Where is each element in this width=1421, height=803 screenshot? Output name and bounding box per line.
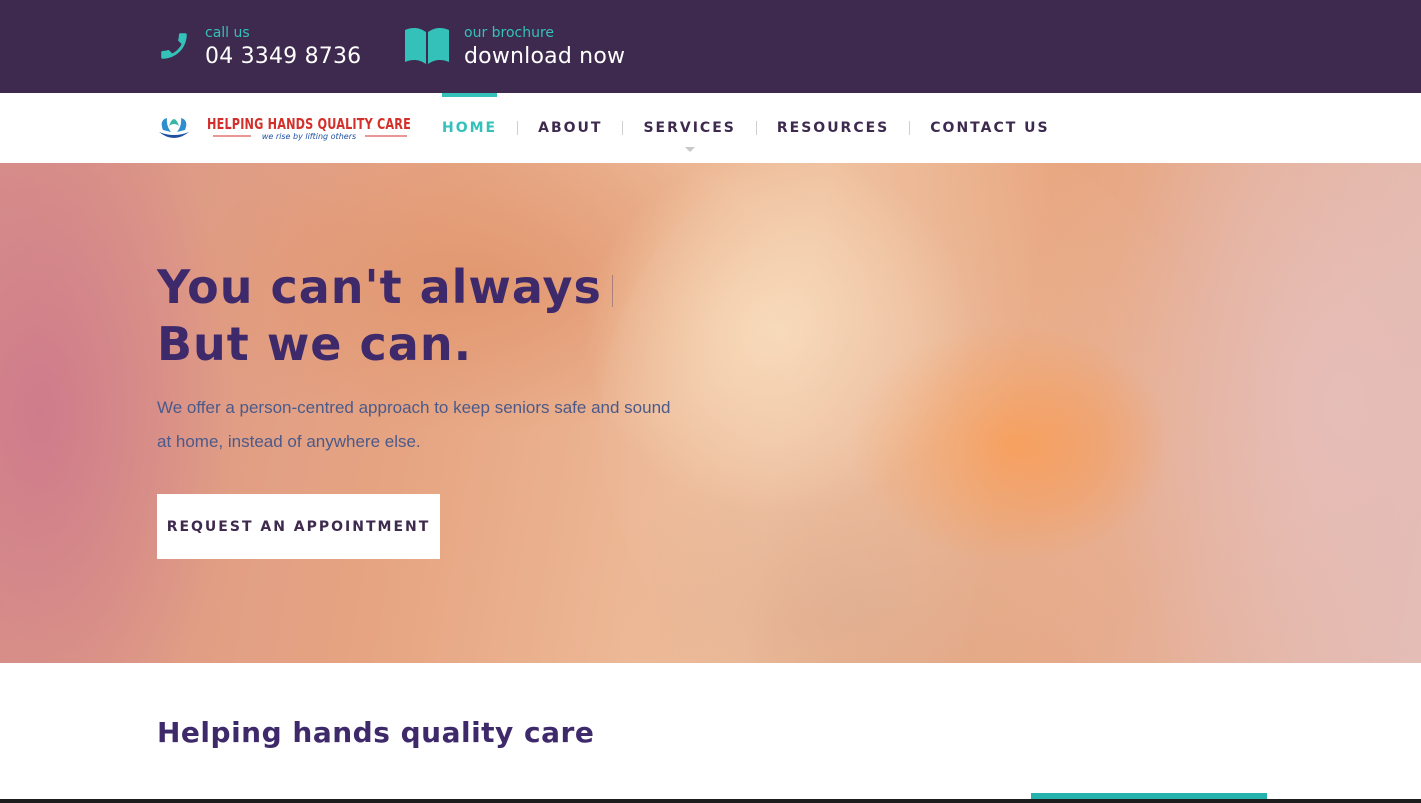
nav-divider: [622, 121, 624, 135]
call-us-contact[interactable]: call us 04 3349 8736: [157, 24, 361, 70]
hero-image-hands: [600, 163, 1220, 663]
logo-mark: [159, 118, 189, 138]
top-contact-bar: call us 04 3349 8736 our brochure downlo…: [0, 0, 1421, 93]
nav-item-home[interactable]: HOME: [442, 93, 498, 163]
nav-item-about[interactable]: ABOUT: [538, 93, 602, 163]
dropdown-caret-icon: [684, 147, 695, 152]
typing-cursor: [611, 274, 613, 307]
page-bottom-edge: [0, 799, 1421, 803]
svg-text:HELPING HANDS QUALITY CARE: HELPING HANDS QUALITY CARE: [207, 115, 411, 133]
phone-number[interactable]: 04 3349 8736: [205, 44, 361, 70]
section-title: Helping hands quality care: [157, 716, 595, 749]
svg-text:we rise by lifting others: we rise by lifting others: [262, 132, 356, 141]
main-navbar: HELPING HANDS QUALITY CARE we rise by li…: [0, 93, 1421, 163]
nav-divider: [755, 121, 757, 135]
nav-divider: [909, 121, 911, 135]
hero-title: You can't always But we can.: [157, 259, 613, 373]
main-nav: HOME ABOUT SERVICES RESOURCES CONTACT US: [442, 93, 1050, 163]
phone-icon: [157, 24, 205, 68]
request-appointment-button[interactable]: REQUEST AN APPOINTMENT: [157, 494, 440, 559]
book-icon: [403, 24, 464, 68]
call-us-label: call us: [205, 25, 250, 41]
nav-item-services-label: SERVICES: [643, 120, 736, 136]
hero-title-line1: You can't always: [157, 260, 602, 314]
download-brochure-link[interactable]: download now: [464, 44, 625, 70]
nav-item-services[interactable]: SERVICES: [643, 93, 735, 163]
hero-title-line2: But we can.: [157, 317, 473, 371]
site-logo[interactable]: HELPING HANDS QUALITY CARE we rise by li…: [157, 110, 413, 144]
hero-banner: You can't always But we can. We offer a …: [0, 163, 1421, 663]
brochure-label: our brochure: [464, 25, 555, 41]
nav-item-contact-us[interactable]: CONTACT US: [930, 93, 1049, 163]
nav-item-resources[interactable]: RESOURCES: [777, 93, 889, 163]
hero-description: We offer a person-centred approach to ke…: [157, 398, 671, 451]
brochure-contact[interactable]: our brochure download now: [403, 24, 625, 70]
nav-divider: [517, 121, 519, 135]
